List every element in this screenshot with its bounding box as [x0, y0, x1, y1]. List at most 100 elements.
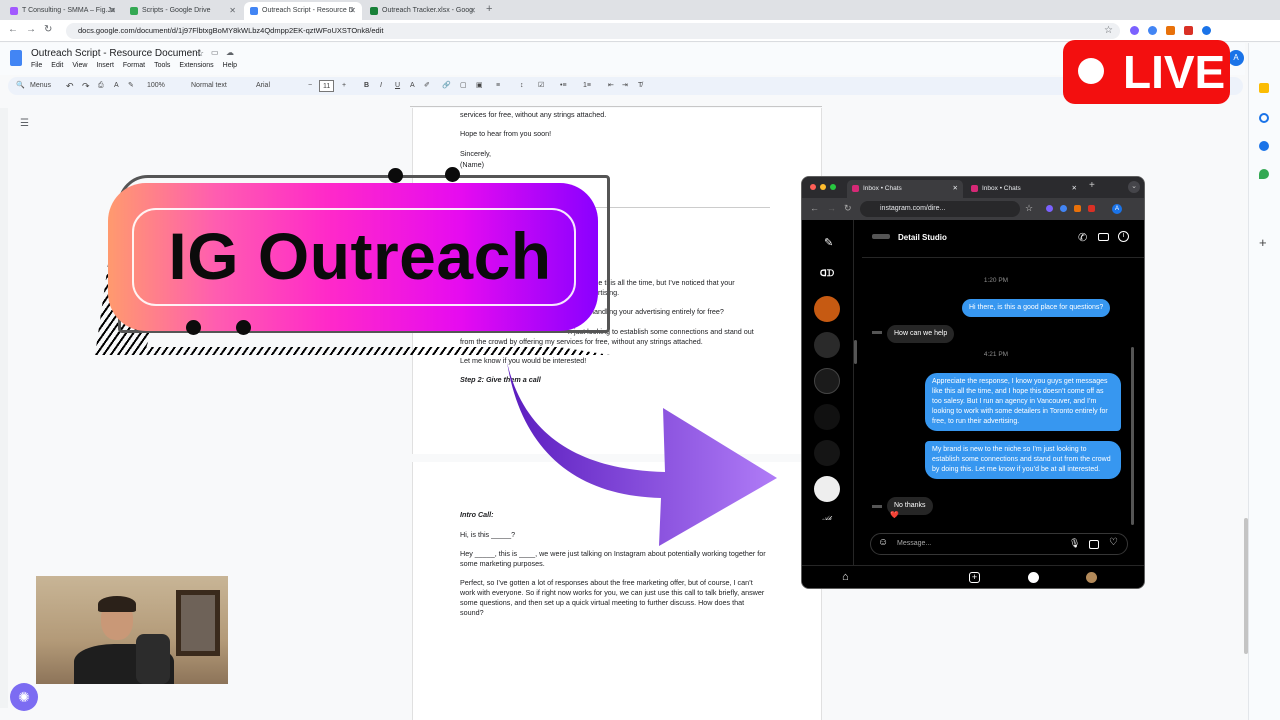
close-icon[interactable]: ✕ [1072, 180, 1077, 197]
clear-format-icon[interactable]: T̸ [638, 77, 642, 95]
profile-avatar-icon[interactable] [1202, 26, 1211, 35]
inbox-scrollbar[interactable] [854, 340, 857, 364]
close-icon[interactable]: ✕ [109, 2, 116, 20]
browser-tab[interactable]: Scripts - Google Drive ✕ [124, 2, 242, 20]
conversation-avatar[interactable] [814, 440, 840, 466]
video-call-icon[interactable] [1098, 233, 1109, 241]
link-icon[interactable]: 🔗 [442, 77, 451, 95]
menu-item[interactable]: View [72, 62, 87, 69]
maps-icon[interactable] [1259, 169, 1269, 179]
message-outgoing[interactable]: Hi there, is this a good place for quest… [962, 299, 1111, 317]
menu-item[interactable]: Extensions [179, 62, 213, 69]
menu-item[interactable]: Help [223, 62, 237, 69]
messenger-icon[interactable] [1028, 572, 1039, 583]
zoom-select[interactable]: 100% [147, 77, 165, 95]
profile-avatar-icon[interactable]: A [1112, 204, 1122, 214]
add-on-icon[interactable]: + [1259, 235, 1267, 250]
comment-icon[interactable]: ▢ [460, 77, 467, 95]
numbered-list-icon[interactable]: 1≡ [583, 77, 591, 95]
close-icon[interactable]: ✕ [349, 2, 356, 20]
heart-icon[interactable]: ♡ [1109, 537, 1118, 548]
menu-item[interactable]: File [31, 62, 42, 69]
extension-icon[interactable] [1074, 205, 1081, 212]
highlight-icon[interactable]: ✐ [424, 77, 430, 95]
maximize-window-icon[interactable] [830, 184, 836, 190]
doc-scrollbar[interactable] [1244, 518, 1248, 654]
minimize-window-icon[interactable] [820, 184, 826, 190]
ig-tab[interactable]: Inbox • Chats ✕ [966, 180, 1082, 198]
menu-item[interactable]: Edit [51, 62, 63, 69]
extension-icon[interactable] [1166, 26, 1175, 35]
indent-increase-icon[interactable]: ⇥ [622, 77, 628, 95]
profile-icon[interactable] [1086, 572, 1097, 583]
conversation-avatar[interactable] [814, 332, 840, 358]
undo-icon[interactable]: ↶ [66, 77, 74, 95]
extension-icon[interactable] [1184, 26, 1193, 35]
italic-icon[interactable]: I [380, 77, 382, 95]
browser-tab-active[interactable]: Outreach Script - Resource D ✕ [244, 2, 362, 20]
message-input[interactable]: Message... [897, 540, 931, 547]
bold-icon[interactable]: B [364, 77, 369, 95]
conversation-avatar[interactable]: 𝒜𝓀 [814, 516, 840, 530]
line-spacing-icon[interactable]: ↕ [520, 77, 524, 95]
print-icon[interactable]: ⎙ [98, 77, 104, 95]
conversation-avatar-selected[interactable] [814, 476, 840, 502]
indent-decrease-icon[interactable]: ⇤ [608, 77, 614, 95]
message-composer[interactable]: ☺ Message... 🎙 ♡ [870, 533, 1128, 555]
close-icon[interactable]: ✕ [953, 180, 958, 197]
browser-tab[interactable]: Outreach Tracker.xlsx - Goog ✕ [364, 2, 482, 20]
tasks-icon[interactable] [1259, 113, 1269, 123]
conversation-avatar[interactable] [814, 404, 840, 430]
info-icon[interactable]: i [1118, 231, 1129, 242]
extension-icon[interactable] [1088, 205, 1095, 212]
menu-item[interactable]: Format [123, 62, 145, 69]
new-tab-icon[interactable]: + [486, 3, 492, 15]
contact-name[interactable]: Detail Studio [898, 233, 947, 242]
font-size-increase[interactable]: + [342, 77, 346, 95]
checklist-icon[interactable]: ☑ [538, 77, 544, 95]
menus-search[interactable]: Menus [30, 77, 51, 95]
align-icon[interactable]: ≡ [496, 77, 500, 95]
message-outgoing[interactable]: Appreciate the response, I know you guys… [925, 373, 1121, 431]
forward-icon[interactable]: → [26, 24, 36, 35]
phone-icon[interactable]: ✆ [1078, 231, 1087, 244]
conversation-avatar[interactable] [814, 296, 840, 322]
conversation-avatar[interactable]: ᗡᗪ [814, 268, 840, 282]
browser-tab[interactable]: T Consulting - SMMA – Fig.Ja ✕ [4, 2, 122, 20]
move-folder-icon[interactable]: ▭ [211, 48, 219, 57]
thread-scrollbar[interactable] [1131, 347, 1134, 525]
back-icon[interactable]: ← [8, 24, 18, 35]
keep-icon[interactable] [1259, 83, 1269, 93]
document-title[interactable]: Outreach Script - Resource Document [31, 48, 201, 59]
gallery-icon[interactable] [1089, 540, 1099, 549]
font-select[interactable]: Arial [256, 77, 270, 95]
ig-url-field[interactable]: instagram.com/dire... [860, 201, 1020, 217]
menu-item[interactable]: Insert [96, 62, 114, 69]
style-select[interactable]: Normal text [191, 77, 227, 95]
extension-icon[interactable] [1046, 205, 1053, 212]
image-icon[interactable]: ▣ [476, 77, 483, 95]
close-window-icon[interactable] [810, 184, 816, 190]
microphone-icon[interactable]: 🎙 [1069, 538, 1080, 549]
message-incoming[interactable]: How can we help [887, 325, 955, 343]
reload-icon[interactable]: ↻ [44, 24, 52, 35]
account-avatar[interactable]: A [1228, 50, 1244, 66]
paint-format-icon[interactable]: ✎ [128, 77, 134, 95]
conversation-avatar[interactable] [814, 368, 840, 394]
new-tab-icon[interactable]: + [1089, 180, 1095, 191]
underline-icon[interactable]: U [395, 77, 400, 95]
font-size-decrease[interactable]: − [308, 77, 312, 95]
bookmark-star-icon[interactable]: ☆ [1104, 25, 1113, 36]
star-icon[interactable]: ☆ [196, 48, 204, 59]
extension-icon[interactable] [1148, 26, 1157, 35]
heart-reaction-icon[interactable]: ❤️ [890, 511, 899, 519]
reload-icon[interactable]: ↻ [844, 203, 852, 214]
emoji-icon[interactable]: ☺ [878, 537, 888, 548]
horizontal-ruler[interactable] [410, 99, 822, 107]
message-outgoing[interactable]: My brand is new to the niche so I’m just… [925, 441, 1121, 479]
search-icon[interactable]: 🔍 [16, 77, 25, 95]
create-icon[interactable]: + [969, 572, 980, 583]
outline-icon[interactable]: ☰ [20, 118, 29, 129]
font-size-field[interactable]: 11 [319, 80, 335, 92]
extension-icon[interactable] [1060, 205, 1067, 212]
